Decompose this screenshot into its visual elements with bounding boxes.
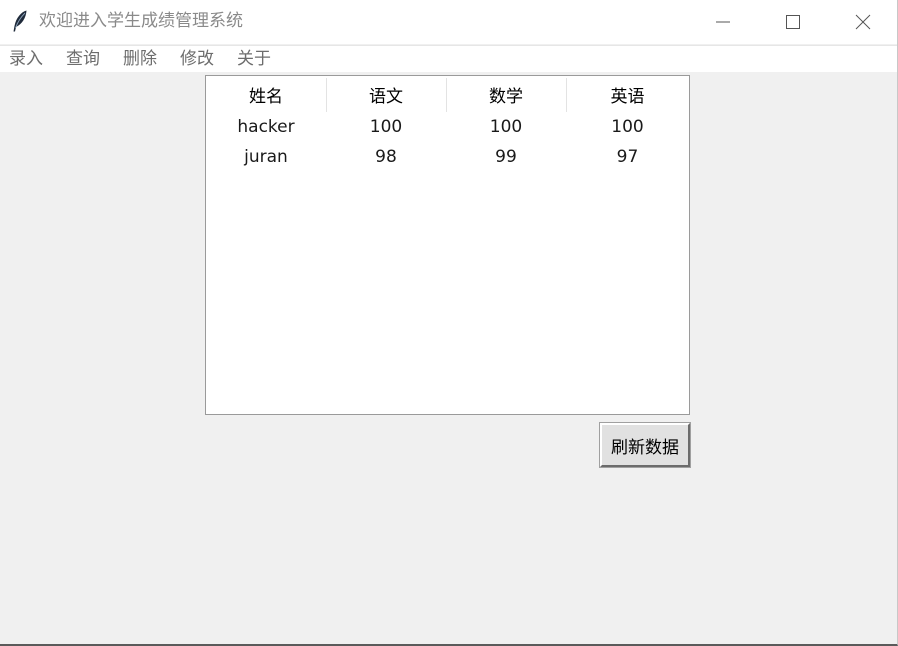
menu-item-about[interactable]: 关于 — [237, 49, 271, 69]
table-header: 姓名 语文 数学 英语 — [206, 76, 689, 113]
column-header-english[interactable]: 英语 — [566, 76, 689, 113]
column-header-chinese[interactable]: 语文 — [326, 76, 446, 113]
app-window: 欢迎进入学生成绩管理系统 录入 查询 删除 修改 关于 姓名 语文 数学 英语 … — [0, 0, 898, 646]
maximize-icon — [786, 15, 800, 29]
column-header-math[interactable]: 数学 — [446, 76, 566, 113]
cell-name: juran — [244, 147, 288, 167]
column-header-name[interactable]: 姓名 — [206, 76, 326, 113]
cell-chinese: 98 — [375, 147, 397, 167]
scores-table[interactable]: 姓名 语文 数学 英语 hacker 100 100 100 juran 98 … — [205, 75, 690, 415]
cell-math: 100 — [489, 117, 523, 137]
cell-name: hacker — [237, 117, 295, 137]
menu-item-modify[interactable]: 修改 — [180, 49, 214, 69]
menu-item-query[interactable]: 查询 — [66, 49, 100, 69]
menu-bar: 录入 查询 删除 修改 关于 — [0, 45, 897, 72]
column-separator[interactable] — [566, 78, 567, 112]
refresh-data-button[interactable]: 刷新数据 — [599, 422, 691, 468]
menu-item-input[interactable]: 录入 — [9, 49, 43, 69]
cell-english: 97 — [616, 147, 639, 167]
cell-math: 99 — [495, 147, 517, 167]
cell-english: 100 — [611, 117, 644, 137]
table-row[interactable]: hacker 100 100 100 — [206, 112, 689, 142]
close-button[interactable] — [828, 0, 898, 44]
close-icon — [855, 14, 871, 30]
minimize-button[interactable] — [688, 0, 758, 44]
feather-icon — [11, 9, 29, 33]
table-row[interactable]: juran 98 99 97 — [206, 142, 689, 172]
column-separator[interactable] — [326, 78, 327, 112]
title-bar[interactable]: 欢迎进入学生成绩管理系统 — [0, 0, 897, 44]
menu-item-delete[interactable]: 删除 — [123, 49, 157, 69]
window-title: 欢迎进入学生成绩管理系统 — [39, 11, 243, 31]
minimize-icon — [716, 21, 730, 23]
cell-chinese: 100 — [369, 117, 403, 137]
maximize-button[interactable] — [758, 0, 828, 44]
column-separator[interactable] — [446, 78, 447, 112]
